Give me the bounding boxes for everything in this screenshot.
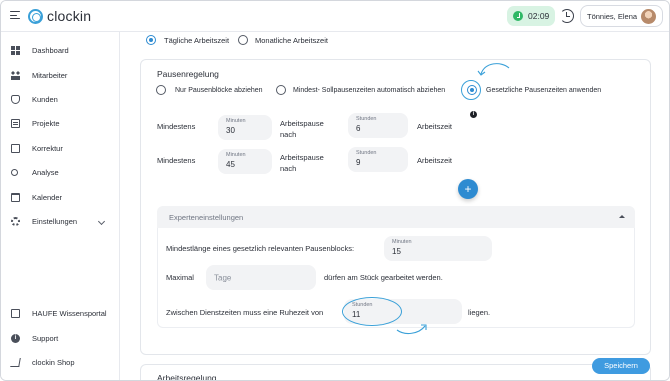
timer-text: 02:09 xyxy=(528,11,550,21)
radio-min-pause-auto[interactable] xyxy=(276,85,286,95)
info-icon[interactable]: i xyxy=(470,111,477,118)
sidebar-item-dashboard[interactable]: Dashboard xyxy=(1,41,120,59)
cart-icon xyxy=(10,357,21,367)
sidebar-item-label: Kunden xyxy=(32,94,58,104)
sidebar-item-kalender[interactable]: Kalender xyxy=(1,188,120,206)
section-title: Arbeitsregelung xyxy=(157,373,217,381)
user-name: Tönnies, Elena xyxy=(587,11,638,21)
sidebar-item-einstellungen[interactable]: Einstellungen xyxy=(1,212,120,230)
radio-monthly-label: Monatliche Arbeitszeit xyxy=(255,36,328,45)
annotation-arrow-icon xyxy=(396,324,427,335)
timer-badge[interactable]: 02:09 xyxy=(507,6,555,26)
sidebar-item-label: Mitarbeiter xyxy=(32,70,68,80)
radio-label: Mindest- Sollpausenzeiten automatisch ab… xyxy=(293,87,446,94)
book-icon xyxy=(11,308,20,318)
sidebar-item-label: Korrektur xyxy=(32,143,63,153)
rule-prefix: Mindestens xyxy=(157,156,196,165)
max-days-field[interactable]: Tage xyxy=(206,265,316,290)
rule-suffix: Arbeitszeit xyxy=(417,156,453,165)
sidebar-item-haufe[interactable]: HAUFE Wissensportal xyxy=(1,304,120,322)
sidebar: Dashboard Mitarbeiter Kunden Projekte Ko… xyxy=(1,32,120,380)
pause-minutes-field[interactable]: Minuten 45 xyxy=(218,149,272,174)
rule-middle-2: nach xyxy=(280,130,297,139)
rule-suffix: Arbeitszeit xyxy=(417,122,453,131)
calendar-icon xyxy=(11,192,20,202)
radio-pause-blocks-only[interactable] xyxy=(156,85,166,95)
gear-icon xyxy=(11,216,20,226)
field-label: Stunden xyxy=(356,150,377,156)
field-value: 15 xyxy=(392,247,401,256)
rule-middle: Arbeitspause xyxy=(280,119,324,128)
clockin-logo-icon xyxy=(28,8,43,24)
sidebar-item-support[interactable]: i Support xyxy=(1,329,120,347)
radio-monthly-time[interactable] xyxy=(238,35,248,45)
sidebar-item-mitarbeiter[interactable]: Mitarbeiter xyxy=(1,66,120,84)
sidebar-item-label: Kalender xyxy=(32,192,63,202)
history-icon[interactable] xyxy=(560,9,574,23)
rest-label: Zwischen Dienstzeiten muss eine Ruhezeit… xyxy=(166,308,324,317)
sidebar-item-kunden[interactable]: Kunden xyxy=(1,90,120,108)
min-length-label: Mindestlänge eines gesetzlich relevanten… xyxy=(166,244,355,253)
users-icon xyxy=(11,70,20,80)
main-content: Tägliche Arbeitszeit Monatliche Arbeitsz… xyxy=(121,32,669,381)
expert-settings-header[interactable]: Experteneinstellungen xyxy=(157,206,635,228)
chevron-down-icon xyxy=(97,217,106,225)
field-label: Minuten xyxy=(226,118,246,124)
accordion-title: Experteneinstellungen xyxy=(169,213,244,222)
sidebar-item-analyse[interactable]: Analyse xyxy=(1,163,120,181)
edit-icon xyxy=(11,143,20,153)
expert-settings-panel: Mindestlänge eines gesetzlich relevanten… xyxy=(157,228,635,328)
menu-icon[interactable] xyxy=(10,11,20,20)
work-rules-card: Arbeitsregelung xyxy=(140,364,651,381)
sidebar-item-label: HAUFE Wissensportal xyxy=(32,308,107,318)
field-label: Minuten xyxy=(392,239,412,245)
sidebar-item-label: Einstellungen xyxy=(32,216,78,226)
work-hours-field[interactable]: Stunden 9 xyxy=(348,147,408,172)
field-label: Minuten xyxy=(226,152,246,158)
clock-icon xyxy=(513,11,523,21)
logo[interactable]: clockin xyxy=(28,8,91,24)
sidebar-item-projekte[interactable]: Projekte xyxy=(1,114,120,132)
field-value: 30 xyxy=(226,126,235,135)
field-value: 9 xyxy=(356,158,361,167)
annotation-arrow-icon xyxy=(477,63,510,76)
avatar xyxy=(641,8,657,24)
sidebar-item-shop[interactable]: clockin Shop xyxy=(1,353,120,371)
field-value: 6 xyxy=(356,124,361,133)
section-title: Pausenregelung xyxy=(157,69,219,79)
radio-daily-label: Tägliche Arbeitszeit xyxy=(164,36,230,45)
max-suffix: dürfen am Stück gearbeitet werden. xyxy=(324,273,443,282)
handshake-icon xyxy=(11,94,20,104)
app-window: clockin 02:09 Tönnies, Elena Dashboard M… xyxy=(0,0,670,381)
radio-label: Nur Pausenblöcke abziehen xyxy=(175,87,263,94)
dashboard-icon xyxy=(11,45,20,55)
sidebar-item-label: Projekte xyxy=(32,118,60,128)
rest-suffix: liegen. xyxy=(468,308,491,317)
min-length-field[interactable]: Minuten 15 xyxy=(384,236,492,261)
pause-minutes-field[interactable]: Minuten 30 xyxy=(218,115,272,140)
top-bar: clockin 02:09 Tönnies, Elena xyxy=(1,1,669,32)
sidebar-item-label: Analyse xyxy=(32,167,59,177)
sidebar-item-korrektur[interactable]: Korrektur xyxy=(1,139,120,157)
rule-middle: Arbeitspause xyxy=(280,153,324,162)
logo-text: clockin xyxy=(47,8,92,24)
chevron-up-icon xyxy=(619,215,625,218)
field-placeholder: Tage xyxy=(214,273,232,282)
field-value: 45 xyxy=(226,160,235,169)
work-hours-field[interactable]: Stunden 6 xyxy=(348,113,408,138)
save-button[interactable]: Speichern xyxy=(592,358,650,374)
info-icon: i xyxy=(11,333,20,343)
radio-daily-time[interactable] xyxy=(146,35,156,45)
rule-prefix: Mindestens xyxy=(157,122,196,131)
sidebar-item-label: Dashboard xyxy=(32,45,69,55)
field-label: Stunden xyxy=(356,116,377,122)
sidebar-item-label: Support xyxy=(32,333,59,343)
user-menu[interactable]: Tönnies, Elena xyxy=(580,5,663,27)
max-label: Maximal xyxy=(166,273,194,282)
rule-middle-2: nach xyxy=(280,164,297,173)
sidebar-item-label: clockin Shop xyxy=(32,357,75,367)
projects-icon xyxy=(11,118,20,128)
add-rule-button[interactable]: + xyxy=(458,179,478,199)
search-icon xyxy=(11,168,18,176)
